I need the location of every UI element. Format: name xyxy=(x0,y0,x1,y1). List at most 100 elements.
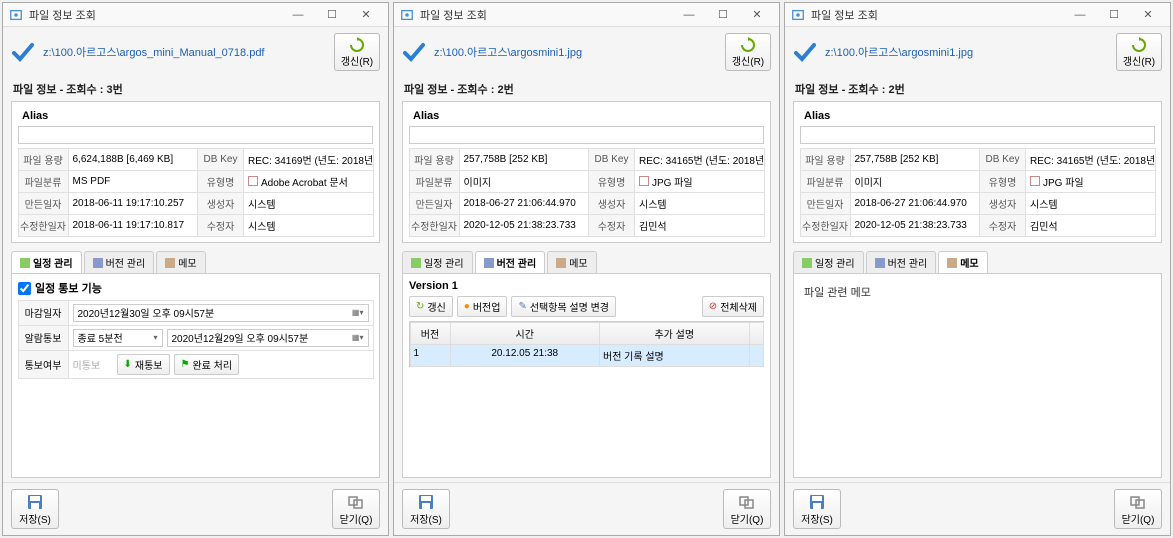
alias-input[interactable] xyxy=(800,126,1155,144)
section-title: 파일 정보 - 조회수 : 3번 xyxy=(3,77,388,99)
maximize-button[interactable]: ☐ xyxy=(1098,5,1130,25)
cell-time: 20.12.05 21:38 xyxy=(450,344,601,367)
lbl-modified: 수정한일자 xyxy=(800,214,851,237)
check-icon xyxy=(11,40,35,64)
notify-status: 미통보 xyxy=(73,357,113,372)
titlebar: 파일 정보 조회 — ☐ ✕ xyxy=(394,3,779,27)
refresh-button[interactable]: 갱신(R) xyxy=(334,33,380,71)
col-desc[interactable]: 추가 설명 xyxy=(599,322,750,345)
memo-panel[interactable]: 파일 관련 메모 xyxy=(793,274,1162,478)
maximize-button[interactable]: ☐ xyxy=(316,5,348,25)
memo-text: 파일 관련 메모 xyxy=(800,280,1155,304)
deadline-datepicker[interactable]: 2020년12월30일 오후 09시57분▦▾ xyxy=(73,304,369,322)
table-row[interactable]: 1 20.12.05 21:38 버전 기록 설명 xyxy=(410,344,763,366)
window-title: 파일 정보 조회 xyxy=(29,7,282,23)
refresh-icon: ↻ xyxy=(416,301,424,312)
refresh-label: 갱신(R) xyxy=(1123,53,1155,68)
image-icon xyxy=(639,176,649,186)
alias-input[interactable] xyxy=(18,126,373,144)
minimize-button[interactable]: — xyxy=(673,5,705,25)
val-dbkey: REC: 34169번 (년도: 2018년) xyxy=(243,148,374,171)
alias-input[interactable] xyxy=(409,126,764,144)
footer: 저장(S) 닫기(Q) xyxy=(785,482,1170,535)
check-icon xyxy=(793,40,817,64)
save-button[interactable]: 저장(S) xyxy=(793,489,841,529)
refresh-label: 갱신(R) xyxy=(732,53,764,68)
tab-version[interactable]: 버전 관리 xyxy=(866,251,937,273)
complete-button[interactable]: ⚑완료 처리 xyxy=(174,354,240,375)
val-creator: 시스템 xyxy=(634,192,765,215)
down-arrow-icon: ⬇ xyxy=(124,359,132,370)
val-fileclass: 이미지 xyxy=(459,170,590,193)
col-time[interactable]: 시간 xyxy=(450,322,601,345)
close-button[interactable]: ✕ xyxy=(741,5,773,25)
save-button[interactable]: 저장(S) xyxy=(11,489,59,529)
versionup-button[interactable]: ●버전업 xyxy=(457,296,508,317)
tabs: 일정 관리 버전 관리 메모 xyxy=(793,251,1162,274)
val-modified: 2020-12-05 21:38:23.733 xyxy=(459,214,590,237)
window-fileinfo-3: 파일 정보 조회 — ☐ ✕ z:\100.아르고스\argosmini1.jp… xyxy=(784,2,1171,536)
alias-label: Alias xyxy=(18,108,373,124)
lbl-modifier: 수정자 xyxy=(197,214,244,237)
lbl-created: 만든일자 xyxy=(409,192,460,215)
tab-schedule[interactable]: 일정 관리 xyxy=(11,251,82,273)
val-filesize: 257,758B [252 KB] xyxy=(850,148,981,171)
tab-schedule[interactable]: 일정 관리 xyxy=(793,251,864,273)
lbl-created: 만든일자 xyxy=(800,192,851,215)
alarm-datepicker[interactable]: 2020년12월29일 오후 09시57분▦▾ xyxy=(167,329,369,347)
lbl-filesize: 파일 용량 xyxy=(800,148,851,171)
col-version[interactable]: 버전 xyxy=(410,322,451,345)
refresh-button[interactable]: 갱신(R) xyxy=(1116,33,1162,71)
file-header: z:\100.아르고스\argos_mini_Manual_0718.pdf 갱… xyxy=(3,27,388,77)
tabs: 일정 관리 버전 관리 메모 xyxy=(11,251,380,274)
version-table: 버전 시간 추가 설명 1 20.12.05 21:38 버전 기록 설명 xyxy=(409,321,764,367)
footer: 저장(S) 닫기(Q) xyxy=(3,482,388,535)
edit-desc-button[interactable]: ✎선택항목 설명 변경 xyxy=(511,296,616,317)
tab-memo[interactable]: 메모 xyxy=(156,251,205,273)
close-button[interactable]: ✕ xyxy=(1132,5,1164,25)
close-button[interactable]: ✕ xyxy=(350,5,382,25)
lbl-alarm: 알람통보 xyxy=(18,325,69,351)
memo-icon xyxy=(165,258,175,268)
refresh-button[interactable]: 갱신(R) xyxy=(725,33,771,71)
tab-memo[interactable]: 메모 xyxy=(547,251,596,273)
tab-version[interactable]: 버전 관리 xyxy=(475,251,546,273)
alarm-select[interactable]: 종료 5분전▾ xyxy=(73,329,163,347)
val-created: 2018-06-11 19:17:10.257 xyxy=(68,192,199,215)
delete-all-button[interactable]: ⊘전체삭제 xyxy=(702,296,764,317)
memo-icon xyxy=(947,258,957,268)
schedule-panel: 일정 통보 기능 마감일자 2020년12월30일 오후 09시57분▦▾ 알람… xyxy=(11,274,380,478)
cell-spacer xyxy=(749,344,764,367)
tab-schedule[interactable]: 일정 관리 xyxy=(402,251,473,273)
version-refresh-button[interactable]: ↻갱신 xyxy=(409,296,453,317)
maximize-button[interactable]: ☐ xyxy=(707,5,739,25)
close-button-footer[interactable]: 닫기(Q) xyxy=(332,489,380,529)
check-icon xyxy=(402,40,426,64)
schedule-enable-checkbox[interactable] xyxy=(18,282,31,295)
version-icon xyxy=(484,258,494,268)
info-card: Alias 파일 용량 6,624,188B [6,469 KB] DB Key… xyxy=(11,101,380,243)
lbl-fileclass: 파일분류 xyxy=(409,170,460,193)
val-typename: Adobe Acrobat 문서 xyxy=(243,170,374,193)
minimize-button[interactable]: — xyxy=(1064,5,1096,25)
footer: 저장(S) 닫기(Q) xyxy=(394,482,779,535)
tab-memo[interactable]: 메모 xyxy=(938,251,987,273)
cell-desc: 버전 기록 설명 xyxy=(599,344,750,367)
lbl-created: 만든일자 xyxy=(18,192,69,215)
close-button-footer[interactable]: 닫기(Q) xyxy=(1114,489,1162,529)
lbl-filesize: 파일 용량 xyxy=(409,148,460,171)
edit-icon: ✎ xyxy=(518,301,526,312)
val-created: 2018-06-27 21:06:44.970 xyxy=(850,192,981,215)
close-button-footer[interactable]: 닫기(Q) xyxy=(723,489,771,529)
file-path: z:\100.아르고스\argosmini1.jpg xyxy=(825,44,1108,60)
lbl-modifier: 수정자 xyxy=(979,214,1026,237)
tabs: 일정 관리 버전 관리 메모 xyxy=(402,251,771,274)
app-icon xyxy=(400,8,414,22)
minimize-button[interactable]: — xyxy=(282,5,314,25)
schedule-icon xyxy=(20,258,30,268)
refresh-label: 갱신(R) xyxy=(341,53,373,68)
tab-version[interactable]: 버전 관리 xyxy=(84,251,155,273)
save-button[interactable]: 저장(S) xyxy=(402,489,450,529)
renotify-button[interactable]: ⬇재통보 xyxy=(117,354,170,375)
val-created: 2018-06-27 21:06:44.970 xyxy=(459,192,590,215)
